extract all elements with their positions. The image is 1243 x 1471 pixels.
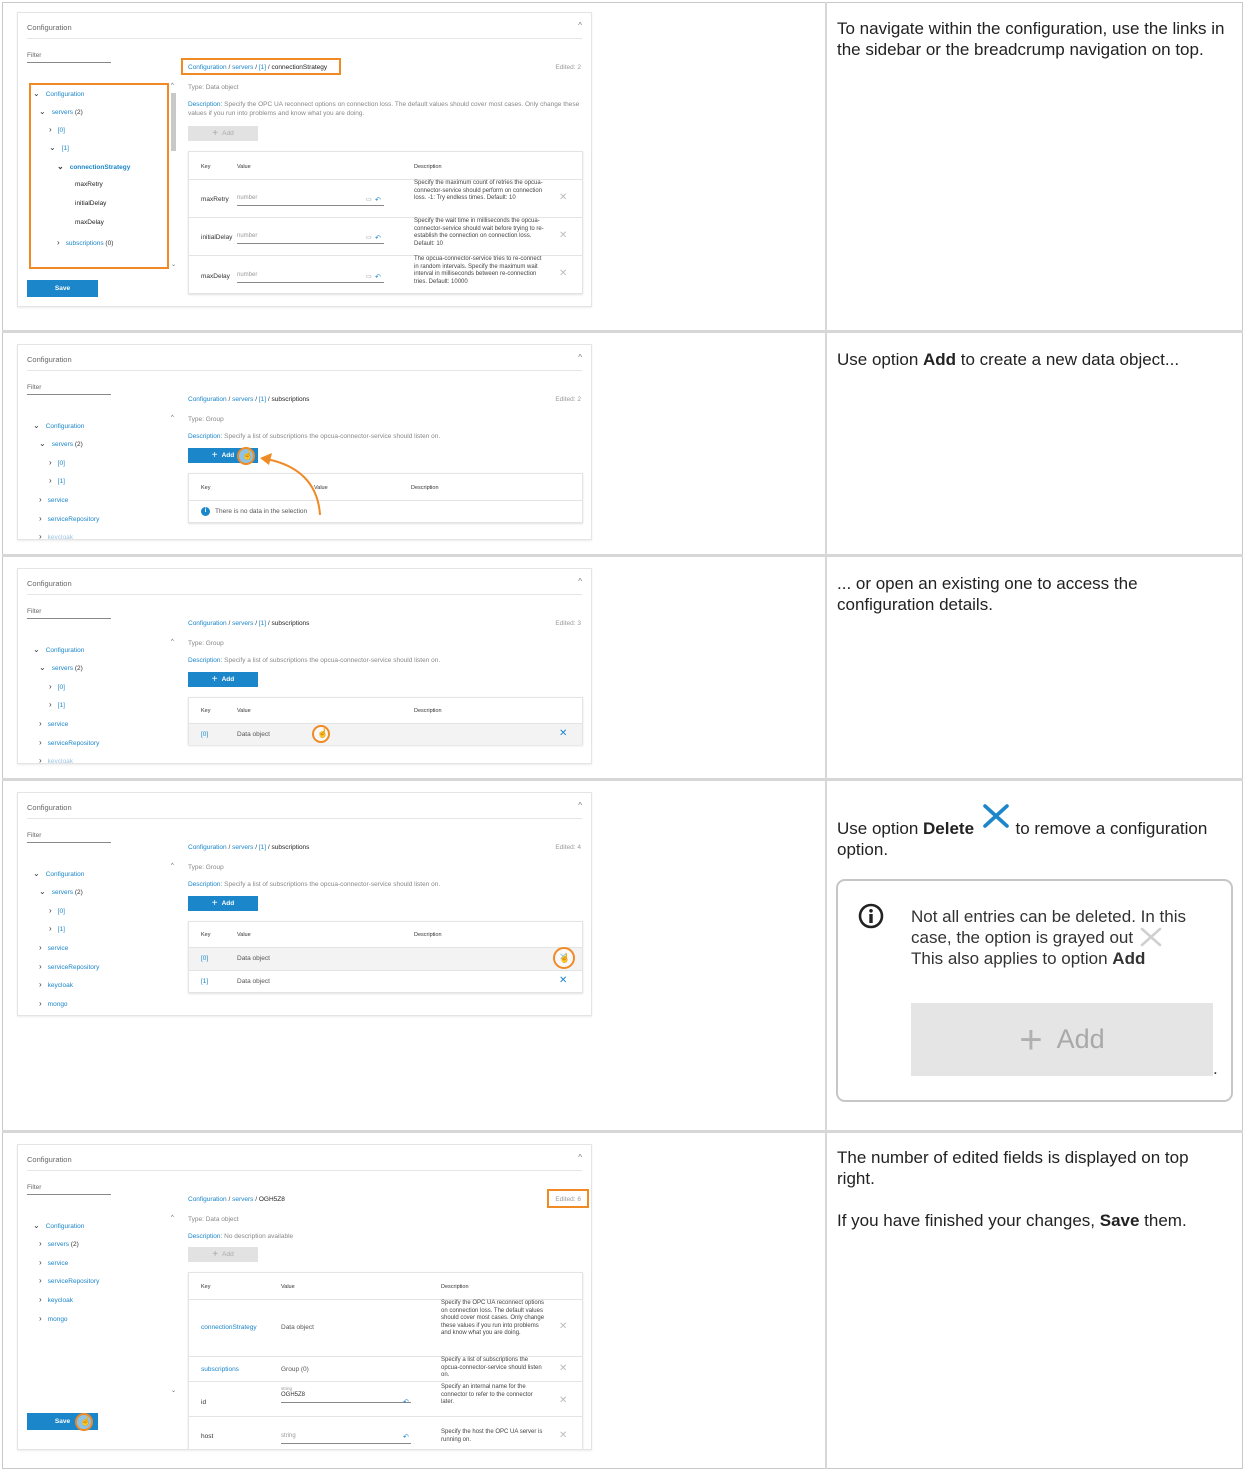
instruction-step-4: Use option Delete to remove a configurat… <box>837 804 1227 860</box>
highlight-breadcrumb <box>181 58 341 75</box>
spinner-icon: ▭ <box>366 197 372 203</box>
description-line: Description: Specify the OPC UA reconnec… <box>188 101 580 117</box>
initialdelay-input[interactable]: number <box>237 233 384 244</box>
cursor-hand-icon: ☝ <box>559 953 571 963</box>
filter-input[interactable]: Filter <box>27 608 111 619</box>
maxdelay-input[interactable]: number <box>237 272 384 283</box>
edited-count: Edited: 2 <box>555 396 581 403</box>
highlight-edited <box>547 1189 589 1208</box>
breadcrumb: Configuration / servers / [1] / subscrip… <box>188 620 310 627</box>
type-line: Type: Data object <box>188 84 239 91</box>
spinner-icon: ▭ <box>366 235 372 241</box>
key-0[interactable]: [0] <box>201 731 208 738</box>
key-maxdelay: maxDelay <box>201 273 230 280</box>
delete-icon[interactable]: ✕ <box>559 728 567 739</box>
tree-scrollbar[interactable]: ^ <box>171 415 177 539</box>
note-text: Not all entries can be deleted. In this … <box>911 907 1186 968</box>
delete-icon[interactable]: ✕ <box>559 268 567 279</box>
undo-icon[interactable]: ↶ <box>403 1398 409 1406</box>
config-table: Key Value Description i There is no data… <box>188 473 583 523</box>
maxretry-input[interactable]: number <box>237 195 384 206</box>
collapse-caret-icon[interactable]: ^ <box>578 353 582 362</box>
breadcrumb: Configuration / servers / [1] / subscrip… <box>188 396 310 403</box>
config-table: Key Value Description maxRetry number ▭ ↶… <box>188 151 583 294</box>
config-table: Key Value Description connectionStrategy… <box>188 1272 583 1449</box>
filter-input[interactable]: Filter <box>27 832 111 843</box>
disabled-add-example: + Add <box>911 1003 1213 1076</box>
edited-count: Edited: 4 <box>555 844 581 851</box>
add-button-disabled: + Add <box>188 1247 258 1262</box>
add-button[interactable]: + Add <box>188 672 258 687</box>
collapse-caret-icon[interactable]: ^ <box>578 577 582 586</box>
tree-scrollbar[interactable]: ^ ⌄ <box>171 1215 177 1405</box>
id-input[interactable]: OGH5Z8 <box>281 1392 411 1403</box>
edited-count: Edited: 3 <box>555 620 581 627</box>
column-divider <box>825 2 827 1469</box>
edited-count: Edited: 2 <box>555 64 581 71</box>
cursor-hand-icon: ☝ <box>242 450 254 460</box>
undo-icon: ↶ <box>375 197 381 204</box>
info-icon: i <box>201 507 210 516</box>
delete-icon: ✕ <box>559 1430 568 1441</box>
arrow-annotation <box>260 453 321 516</box>
config-tree: ⌄ Configuration ⌄ servers (2) › [0] › [1] › s… <box>33 421 100 540</box>
key-initialdelay: initialDelay <box>201 234 233 241</box>
breadcrumb: Configuration / servers / [1] / subscrip… <box>188 844 310 851</box>
breadcrumb: Configuration / servers / OGH5Z8 <box>188 1196 285 1203</box>
config-panel-1: Configuration ^ Filter ⌄ Configuration ⌄ s… <box>17 12 592 307</box>
delete-icon[interactable]: ✕ <box>559 192 567 203</box>
highlight-tree <box>29 83 169 269</box>
delete-icon: ✕ <box>559 1395 568 1406</box>
save-button[interactable]: Save <box>27 280 98 297</box>
config-tree: ⌄ Configuration ⌄ servers (2) › [0] › [1] › s… <box>33 869 100 1008</box>
add-button-disabled: + Add <box>188 126 258 141</box>
delete-icon[interactable]: ✕ <box>559 975 567 986</box>
filter-input[interactable]: Filter <box>27 52 111 63</box>
plus-icon: + <box>1019 1017 1043 1062</box>
undo-icon: ↶ <box>375 274 381 281</box>
config-panel-3: Configuration ^ Filter ⌄ Configuration ⌄ s… <box>17 568 592 764</box>
key-maxretry: maxRetry <box>201 196 229 203</box>
instruction-step-1: To navigate within the configuration, us… <box>837 19 1225 59</box>
filter-input[interactable]: Filter <box>27 384 111 395</box>
collapse-caret-icon[interactable]: ^ <box>578 1153 582 1162</box>
filter-input[interactable]: Filter <box>27 1184 111 1195</box>
collapse-caret-icon[interactable]: ^ <box>578 21 582 30</box>
tree-scrollbar[interactable]: ^ <box>171 863 177 1013</box>
instruction-step-2: Use option Add to create a new data obje… <box>837 350 1180 369</box>
plus-icon: + <box>212 128 219 139</box>
info-icon <box>858 903 884 929</box>
config-panel-4: Configuration ^ Filter ⌄ Configuration ⌄ s… <box>17 792 592 1016</box>
config-table: Key Value Description [0] Data object ✕ <box>188 697 583 745</box>
collapse-caret-icon[interactable]: ^ <box>578 801 582 810</box>
host-input[interactable]: string <box>281 1433 411 1444</box>
config-tree: ⌄ Configuration ⌄ servers (2) › [0] › [1] › s… <box>33 645 100 764</box>
undo-icon: ↶ <box>375 235 381 242</box>
tree-scrollbar[interactable]: ^ ⌄ <box>171 83 177 273</box>
config-panel-5: Configuration ^ Filter ⌄ Configuration › s… <box>17 1144 592 1450</box>
delete-icon[interactable]: ✕ <box>559 230 567 241</box>
delete-x-icon <box>979 804 1011 836</box>
config-table: Key Value Description [0] Data object ✕ … <box>188 921 583 993</box>
cursor-hand-icon: ☝ <box>317 728 329 738</box>
undo-icon[interactable]: ↶ <box>403 1433 409 1441</box>
config-tree: ⌄ Configuration › servers (2) › service › se… <box>33 1221 100 1323</box>
instruction-step-5: The number of edited fields is displayed… <box>837 1148 1189 1230</box>
config-panel-2: Configuration ^ Filter ⌄ Configuration ⌄ s… <box>17 344 592 540</box>
add-button[interactable]: + Add <box>188 896 258 911</box>
tree-scrollbar[interactable]: ^ <box>171 639 177 763</box>
grayed-x-icon <box>1138 927 1164 947</box>
delete-icon: ✕ <box>559 1321 568 1332</box>
instruction-step-3: ... or open an existing one to access th… <box>837 574 1138 614</box>
panel-title: Configuration <box>27 23 72 32</box>
cursor-hand-icon: ☝ <box>80 1416 92 1426</box>
delete-icon: ✕ <box>559 1363 568 1374</box>
spinner-icon: ▭ <box>366 274 372 280</box>
info-note: Not all entries can be deleted. In this … <box>836 879 1233 1102</box>
